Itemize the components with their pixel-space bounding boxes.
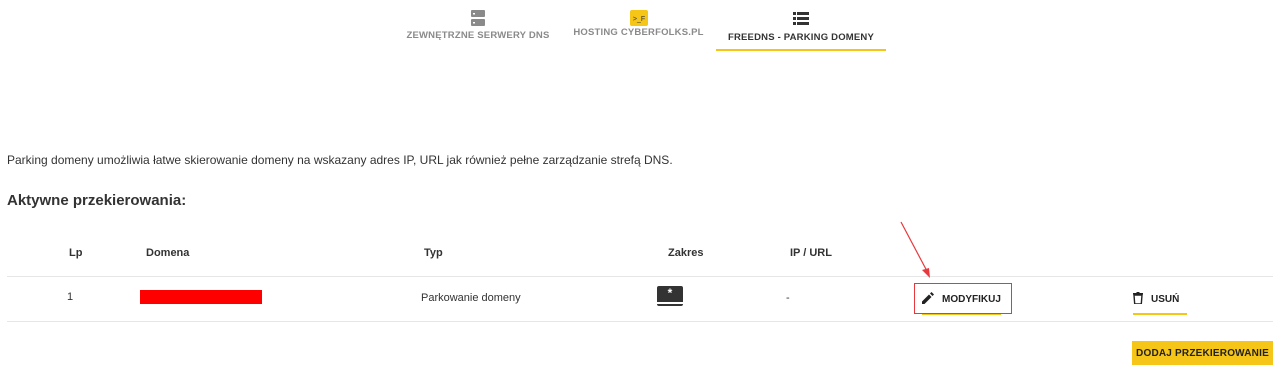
add-redirect-button[interactable]: DODAJ PRZEKIEROWANIE bbox=[1132, 341, 1273, 365]
cell-ip-url: - bbox=[786, 292, 790, 304]
server-icon bbox=[471, 4, 485, 26]
zakres-badge: * bbox=[657, 286, 683, 306]
section-title: Aktywne przekierowania: bbox=[7, 192, 187, 209]
tab-hosting-cyberfolks[interactable]: >_F HOSTING CYBERFOLKS.PL bbox=[566, 0, 711, 49]
table-divider bbox=[7, 276, 1273, 277]
tab-label: FREEDNS - PARKING DOMENY bbox=[727, 32, 875, 43]
cell-lp: 1 bbox=[67, 291, 74, 303]
delete-button[interactable]: USUŃ bbox=[1133, 292, 1187, 315]
list-icon bbox=[793, 4, 809, 26]
trash-icon bbox=[1133, 292, 1143, 307]
header-domena: Domena bbox=[146, 247, 190, 259]
header-typ: Typ bbox=[424, 247, 443, 259]
delete-label: USUŃ bbox=[1151, 294, 1180, 305]
intro-text: Parking domeny umożliwia łatwe skierowan… bbox=[7, 153, 673, 167]
cyberfolks-logo-icon: >_F bbox=[629, 4, 648, 26]
header-zakres: Zakres bbox=[668, 247, 704, 259]
tab-external-dns[interactable]: ZEWNĘTRZNE SERWERY DNS bbox=[398, 0, 558, 49]
header-lp: Lp bbox=[69, 247, 83, 259]
annotation-highlight-box bbox=[914, 283, 1012, 314]
svg-text:>_F: >_F bbox=[632, 16, 644, 23]
annotation-arrow bbox=[900, 221, 930, 278]
header-ip-url: IP / URL bbox=[790, 247, 832, 259]
tab-label: HOSTING CYBERFOLKS.PL bbox=[573, 27, 704, 38]
cell-typ: Parkowanie domeny bbox=[421, 292, 521, 304]
tab-label: ZEWNĘTRZNE SERWERY DNS bbox=[406, 30, 550, 41]
tab-freedns-parking[interactable]: FREEDNS - PARKING DOMENY bbox=[716, 0, 886, 51]
parking-domeny-page: ZEWNĘTRZNE SERWERY DNS >_F HOSTING CYBER… bbox=[0, 0, 1280, 375]
table-divider bbox=[7, 321, 1273, 322]
domain-redacted bbox=[140, 290, 262, 304]
